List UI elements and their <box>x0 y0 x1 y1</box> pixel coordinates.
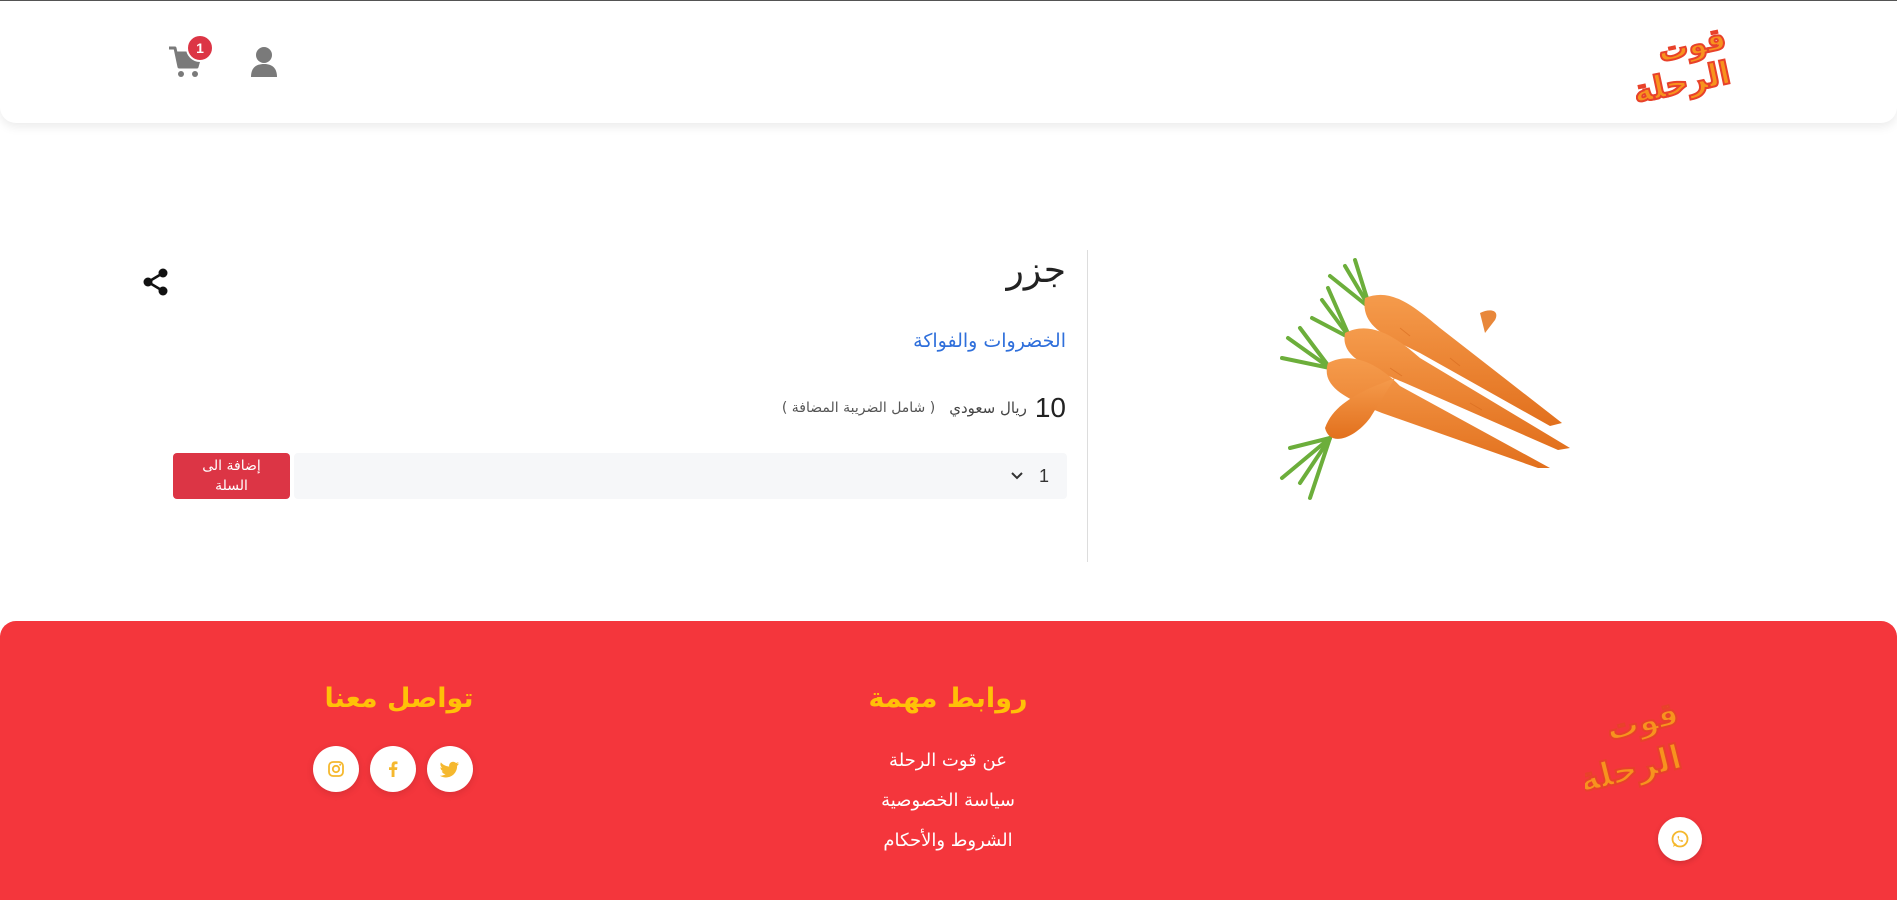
footer-links: عن قوت الرحلة سياسة الخصوصية الشروط والأ… <box>798 748 1098 854</box>
whatsapp-button[interactable] <box>1658 817 1702 861</box>
share-icon[interactable] <box>143 268 169 296</box>
svg-text:الرحلة: الرحلة <box>1585 737 1686 798</box>
twitter-icon <box>440 761 459 778</box>
facebook-button[interactable] <box>370 746 416 792</box>
cart-count-badge: 1 <box>186 34 214 62</box>
svg-text:الرحلة: الرحلة <box>1636 53 1734 105</box>
add-to-cart-button[interactable]: إضافة الى السلة <box>173 453 290 499</box>
instagram-button[interactable] <box>313 746 359 792</box>
price-value: 10 <box>1034 392 1066 423</box>
chevron-down-icon <box>1011 472 1023 480</box>
links-heading: روابط مهمة <box>868 683 1028 714</box>
instagram-icon <box>328 761 344 777</box>
footer-link-privacy[interactable]: سياسة الخصوصية <box>881 788 1015 814</box>
contact-heading: تواصل معنا <box>324 683 474 714</box>
quantity-value: 1 <box>1038 465 1049 486</box>
tax-note: ( شامل الضريبة المضافة ) <box>781 400 936 416</box>
footer-link-terms[interactable]: الشروط والأحكام <box>883 828 1012 854</box>
quantity-select[interactable]: 1 <box>294 453 1067 499</box>
product-title: جزر <box>1006 250 1066 291</box>
brand-logo[interactable]: قوت الرحلة <box>1636 19 1740 105</box>
carrot-image <box>1280 258 1570 500</box>
price-row: 10 ريال سعودي ( شامل الضريبة المضافة ) <box>466 388 1066 428</box>
site-header: قوت الرحلة 1 <box>0 1 1897 123</box>
category-link[interactable]: الخضروات والفواكة <box>666 330 1066 352</box>
price-currency: ريال سعودي <box>949 399 1027 417</box>
footer-logo[interactable]: قوت الرحلة <box>1585 688 1689 798</box>
twitter-button[interactable] <box>427 746 473 792</box>
vertical-divider <box>1087 250 1088 562</box>
facebook-icon <box>389 761 398 777</box>
whatsapp-icon <box>1671 830 1689 848</box>
user-icon[interactable] <box>250 46 278 78</box>
footer-link-about[interactable]: عن قوت الرحلة <box>889 748 1007 774</box>
social-links <box>313 746 473 792</box>
